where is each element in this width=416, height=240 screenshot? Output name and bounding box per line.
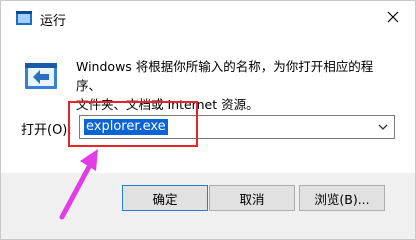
- browse-button[interactable]: 浏览(B)...: [299, 185, 385, 211]
- pointer-arrow-icon: [59, 149, 98, 220]
- chevron-down-icon[interactable]: [378, 122, 388, 132]
- close-icon: [387, 11, 399, 23]
- title-bar: 运行: [1, 1, 415, 35]
- ok-button[interactable]: 确定: [122, 185, 208, 211]
- open-label: 打开(O):: [21, 123, 72, 138]
- run-dialog: 运行 Windows 将根据你所输入的名称，为你打开相应的程序、 文件夹、文档或…: [0, 0, 416, 240]
- window-title: 运行: [40, 14, 67, 29]
- run-program-icon: [25, 63, 57, 89]
- cancel-button[interactable]: 取消: [209, 185, 295, 211]
- description-line-1: Windows 将根据你所输入的名称，为你打开相应的程序、: [76, 59, 374, 93]
- run-icon: [16, 11, 32, 25]
- close-button[interactable]: [379, 5, 407, 29]
